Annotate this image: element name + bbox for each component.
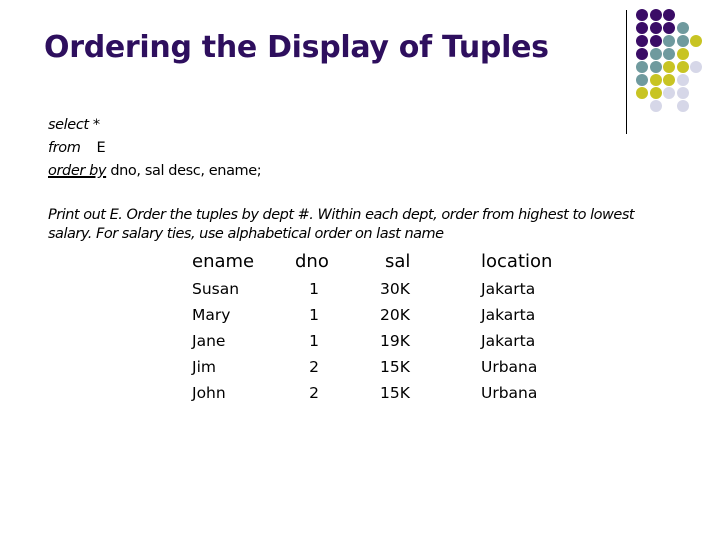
table-cell-ename: Susan: [192, 280, 240, 298]
column-header-sal: sal: [385, 251, 411, 272]
table-cell-sal: 15K: [380, 384, 410, 402]
column-header-location: location: [481, 251, 553, 272]
decorative-dot: [649, 9, 662, 21]
select-args: *: [88, 117, 100, 133]
table-cell-sal: 19K: [380, 332, 410, 350]
description-text: Print out E. Order the tuples by dept #.…: [48, 207, 635, 242]
table-cell-location: Urbana: [481, 358, 538, 376]
decorative-dot: [649, 22, 662, 34]
decorative-dot: [636, 74, 648, 86]
table-cell-location: Jakarta: [481, 332, 536, 350]
query-line-from: from E: [48, 137, 261, 160]
decorative-dot: [636, 9, 648, 21]
decorative-dot: [649, 87, 662, 99]
decorative-dot: [663, 74, 675, 86]
table-cell-sal: 30K: [380, 280, 410, 298]
table-cell-dno: 1: [309, 306, 319, 324]
decorative-dot: [663, 61, 675, 73]
table-cell-sal: 15K: [380, 358, 410, 376]
decorative-dot: [690, 61, 702, 73]
decorative-dot: [676, 48, 689, 60]
column-header-ename: ename: [192, 251, 255, 272]
query-line-select: select *: [48, 114, 261, 137]
table-cell-ename: Mary: [192, 306, 231, 324]
query-line-order-by: order by dno, sal desc, ename;: [48, 160, 262, 183]
from-keyword: from: [48, 140, 81, 156]
select-keyword: select: [48, 117, 89, 133]
decorative-dot: [649, 35, 662, 47]
from-table: E: [96, 140, 106, 156]
table-cell-ename: John: [192, 384, 226, 402]
decorative-dot: [676, 22, 689, 34]
decorative-dot: [663, 9, 675, 21]
table-cell-dno: 1: [309, 280, 319, 298]
decorative-dot: [663, 22, 675, 34]
decorative-dot: [676, 87, 689, 99]
decorative-dot: [636, 87, 648, 99]
decorative-dot: [649, 100, 662, 112]
decorative-dot: [676, 100, 689, 112]
decorative-dot: [663, 48, 675, 60]
decorative-dot: [663, 35, 675, 47]
table-cell-location: Urbana: [481, 384, 538, 402]
table-cell-dno: 1: [309, 332, 319, 350]
table-cell-dno: 2: [309, 358, 319, 376]
decorative-dot: [636, 48, 648, 60]
decorative-dot: [636, 35, 648, 47]
decorative-dot: [663, 87, 675, 99]
decorative-dot: [636, 61, 648, 73]
decorative-dot: [649, 74, 662, 86]
order-by-keyword: order by: [48, 163, 107, 179]
decorative-dot: [676, 74, 689, 86]
sql-query: select * from E order by dno, sal desc, e…: [48, 114, 262, 183]
decorative-dot: [676, 61, 689, 73]
decorative-dot: [676, 35, 689, 47]
table-cell-ename: Jane: [192, 332, 226, 350]
table-cell-location: Jakarta: [481, 306, 536, 324]
decorative-dot: [649, 48, 662, 60]
table-cell-location: Jakarta: [481, 280, 536, 298]
order-by-args: dno, sal desc, ename;: [106, 163, 262, 179]
table-cell-dno: 2: [309, 384, 319, 402]
decorative-dot: [690, 35, 702, 47]
column-header-dno: dno: [295, 251, 329, 272]
table-cell-ename: Jim: [192, 358, 216, 376]
decorative-dot: [649, 61, 662, 73]
table-cell-sal: 20K: [380, 306, 410, 324]
decorative-dot: [636, 22, 648, 34]
